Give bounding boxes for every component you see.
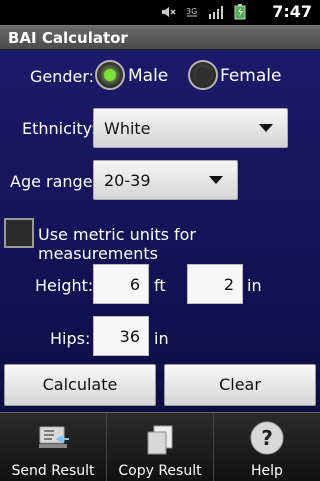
svg-text:?: ?	[261, 426, 273, 450]
ethnicity-value: White	[104, 119, 151, 138]
hips-input[interactable]: 36	[93, 316, 149, 356]
app-title: BAI Calculator	[8, 29, 128, 47]
tab-copy-result-label: Copy Result	[118, 463, 202, 479]
battery-icon	[232, 4, 248, 20]
height-feet-input[interactable]: 6	[93, 264, 149, 304]
age-range-label: Age range:	[10, 172, 98, 191]
title-bar: BAI Calculator	[0, 25, 320, 50]
metric-units-checkbox[interactable]	[4, 218, 34, 248]
height-label: Height:	[35, 276, 94, 295]
tab-copy-result[interactable]: Copy Result	[107, 413, 214, 481]
gender-male-label: Male	[128, 66, 169, 86]
signal-bars-icon	[208, 4, 224, 20]
metric-units-label: Use metric units for measurements	[38, 225, 197, 263]
tab-send-result-label: Send Result	[11, 463, 95, 479]
hips-label: Hips:	[50, 329, 91, 348]
bottom-tabs: Send Result Copy Result ? Help	[0, 412, 320, 481]
gender-female-radio[interactable]	[188, 60, 218, 90]
status-bar: 3G 7:47	[0, 0, 320, 25]
ethnicity-select[interactable]: White	[93, 108, 288, 148]
age-range-select[interactable]: 20-39	[93, 160, 238, 200]
copy-result-icon	[147, 425, 173, 455]
signal-3g-icon: 3G	[184, 4, 200, 20]
send-result-icon	[39, 426, 69, 448]
chevron-down-icon	[259, 124, 273, 132]
tab-send-result[interactable]: Send Result	[0, 413, 107, 481]
gender-male-radio[interactable]	[95, 60, 125, 90]
tab-help-label: Help	[251, 463, 283, 479]
tab-help[interactable]: ? Help	[214, 413, 320, 481]
svg-text:3G: 3G	[186, 7, 197, 16]
height-feet-unit: ft	[154, 276, 166, 295]
status-icons: 3G	[160, 4, 248, 20]
height-inches-unit: in	[247, 276, 262, 295]
status-time: 7:47	[272, 2, 312, 21]
radio-selected-dot	[104, 69, 116, 81]
ethnicity-label: Ethnicity:	[22, 119, 97, 138]
help-icon: ?	[250, 421, 284, 455]
age-range-value: 20-39	[104, 171, 151, 190]
hips-unit: in	[154, 329, 169, 348]
clear-button[interactable]: Clear	[164, 364, 316, 406]
gender-label: Gender:	[30, 67, 95, 86]
chevron-down-icon	[209, 176, 223, 184]
gender-female-label: Female	[220, 66, 282, 86]
main-content: Gender: Male Female Ethnicity: White Age…	[0, 50, 320, 412]
calculate-button[interactable]: Calculate	[4, 364, 156, 406]
radio-unselected-dot	[195, 67, 211, 83]
mute-icon	[160, 4, 176, 20]
height-inches-input[interactable]: 2	[187, 264, 243, 304]
